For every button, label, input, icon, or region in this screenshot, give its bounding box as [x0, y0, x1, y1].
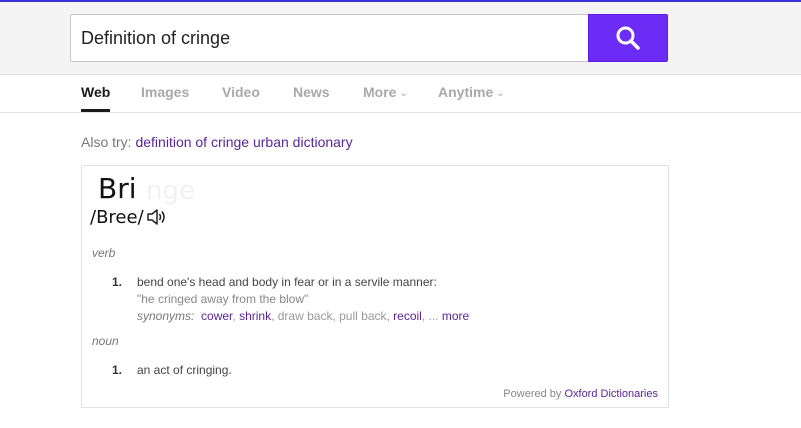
tab-video[interactable]: Video [222, 76, 260, 112]
chevron-down-icon: ⌄ [496, 88, 505, 99]
part-of-speech-verb: verb [92, 246, 116, 260]
tab-anytime[interactable]: Anytime ⌄ [438, 76, 505, 112]
tab-video-label: Video [222, 84, 260, 100]
definition-word: Bri [98, 172, 137, 205]
tab-more[interactable]: More ⌄ [363, 76, 408, 112]
tab-news[interactable]: News [293, 76, 330, 112]
powered-by: Powered by Oxford Dictionaries [503, 388, 658, 400]
synonyms-line: synonyms: cower, shrink, draw back, pull… [137, 309, 470, 323]
word-faded-remainder: nge [146, 176, 195, 206]
tab-anytime-label: Anytime [438, 84, 494, 100]
tab-images-label: Images [141, 84, 190, 100]
search-button[interactable] [588, 14, 668, 62]
search-header [0, 2, 801, 75]
sense-example: "he cringed away from the blow" [137, 292, 309, 306]
synonyms-ellipsis: ... [428, 309, 439, 323]
search-input[interactable] [71, 15, 588, 61]
also-try-prefix: Also try: [81, 134, 132, 150]
active-tab-indicator [81, 109, 111, 112]
search-icon [616, 26, 640, 50]
sense-number: 1. [112, 275, 123, 289]
synonym-link[interactable]: recoil [393, 309, 422, 323]
part-of-speech-noun: noun [92, 334, 119, 348]
tab-images[interactable]: Images [141, 76, 189, 112]
tab-web-label: Web [81, 84, 111, 100]
speaker-icon[interactable] [145, 206, 167, 228]
tab-web[interactable]: Web [81, 76, 111, 112]
synonyms-more-link[interactable]: more [442, 309, 469, 323]
sense-definition: an act of cringing. [137, 363, 232, 377]
search-box[interactable] [70, 14, 588, 62]
also-try-suggestion-link[interactable]: definition of cringe urban dictionary [135, 134, 352, 150]
tab-news-label: News [293, 84, 330, 100]
synonym-text: pull back [339, 309, 387, 323]
search-tabs: Web Images Video News More ⌄ Anytime ⌄ [0, 76, 801, 113]
definition-card: Bri nge /Bree/ verb 1. bend one's head a… [81, 165, 669, 408]
synonym-text: draw back [277, 309, 333, 323]
synonym-link[interactable]: shrink [239, 309, 271, 323]
sense-number: 1. [112, 363, 123, 377]
powered-by-prefix: Powered by [503, 388, 562, 400]
also-try: Also try: definition of cringe urban dic… [81, 134, 353, 150]
tab-more-label: More [363, 84, 397, 100]
synonym-link[interactable]: cower [201, 309, 232, 323]
pronunciation: /Bree/ [90, 206, 167, 228]
pronunciation-text: /Bree/ [90, 206, 144, 228]
oxford-dictionaries-link[interactable]: Oxford Dictionaries [564, 388, 658, 400]
synonyms-label: synonyms: [137, 309, 195, 323]
sense-definition: bend one's head and body in fear or in a… [137, 275, 437, 289]
chevron-down-icon: ⌄ [399, 88, 408, 99]
